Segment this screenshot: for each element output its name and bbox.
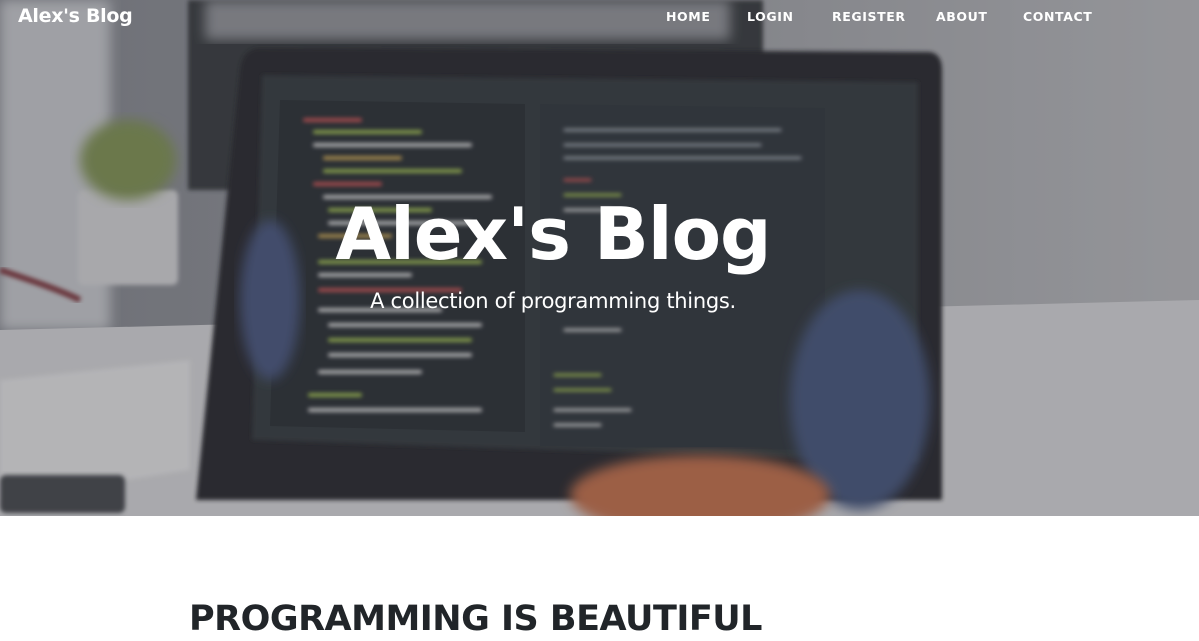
nav-item-login: LOGIN <box>747 9 794 24</box>
nav-item-home: HOME <box>666 9 710 24</box>
nav-link-home[interactable]: HOME <box>666 9 710 24</box>
brand-logo-link[interactable]: Alex's Blog <box>18 5 133 27</box>
nav-link-login[interactable]: LOGIN <box>747 9 794 24</box>
hero-title: Alex's Blog <box>335 192 771 276</box>
nav-item-register: REGISTER <box>832 9 906 24</box>
nav-link-contact[interactable]: CONTACT <box>1023 9 1092 24</box>
main-navbar: Alex's Blog HOME LOGIN REGISTER ABOUT CO… <box>0 0 1199 34</box>
nav-link-register[interactable]: REGISTER <box>832 9 906 24</box>
hero-header: Alex's Blog HOME LOGIN REGISTER ABOUT CO… <box>0 0 1199 516</box>
section-heading: PROGRAMMING IS BEAUTIFUL <box>189 599 762 639</box>
nav-item-contact: CONTACT <box>1023 9 1092 24</box>
hero-subtitle: A collection of programming things. <box>370 289 736 313</box>
nav-item-about: ABOUT <box>936 9 988 24</box>
nav-link-about[interactable]: ABOUT <box>936 9 988 24</box>
